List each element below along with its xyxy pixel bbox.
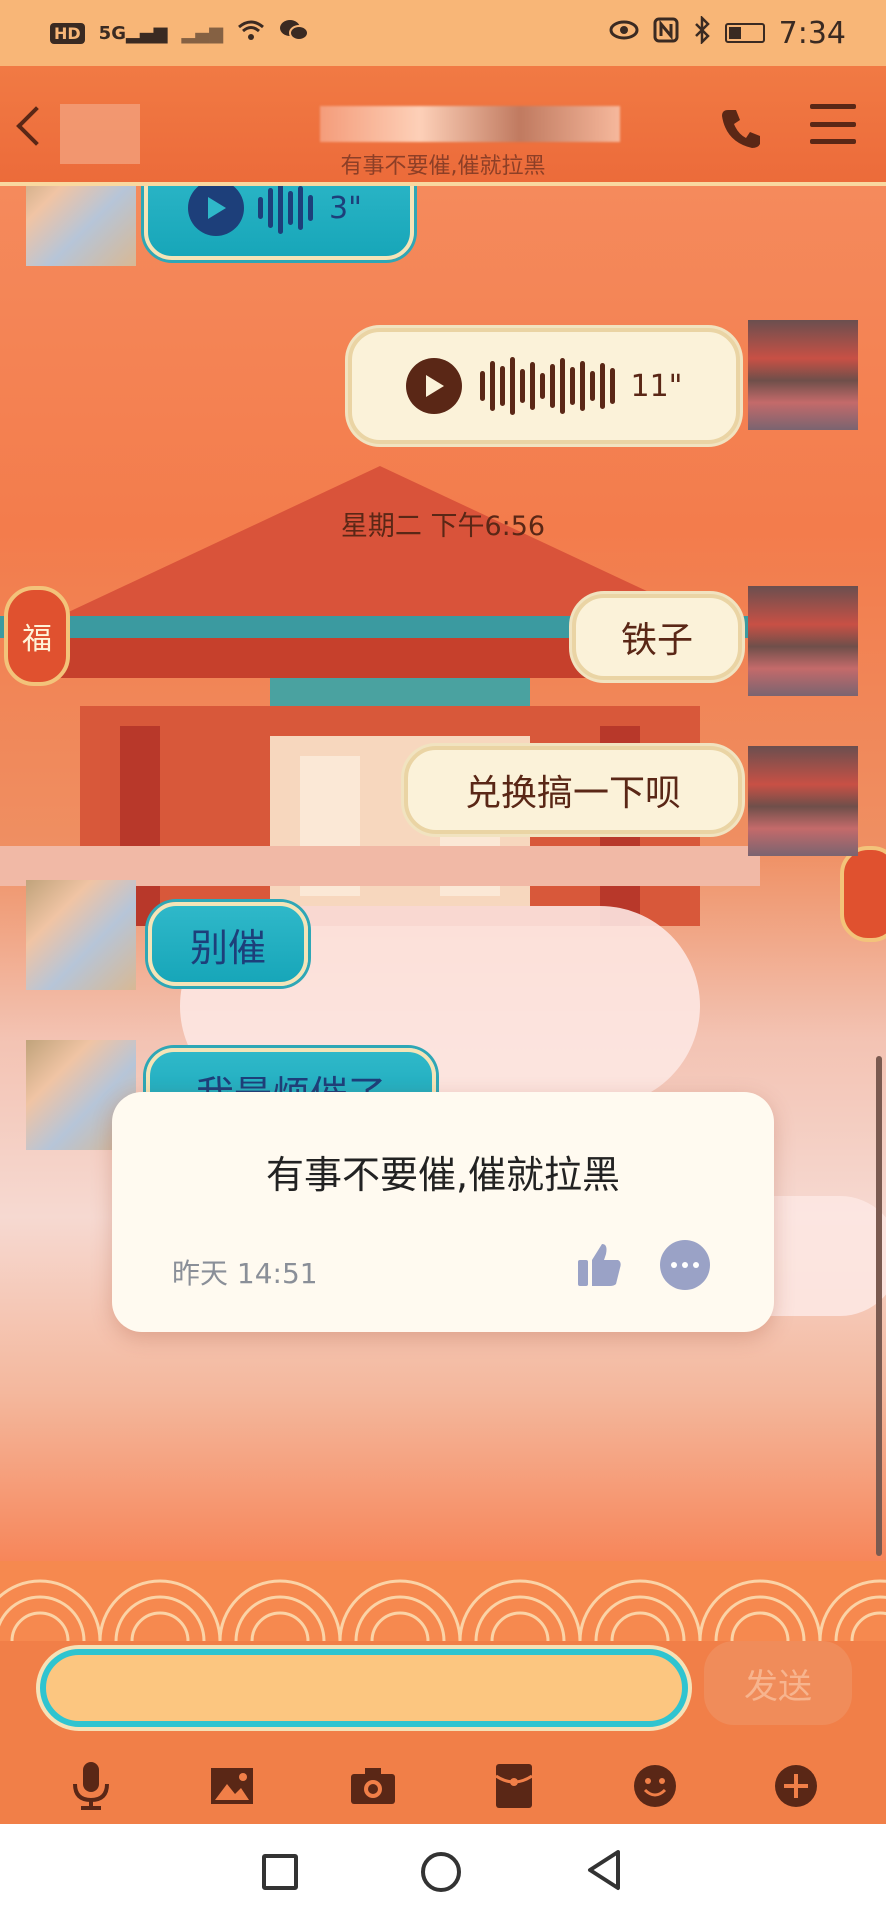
recents-button[interactable] [261, 1854, 298, 1890]
my-avatar[interactable] [748, 320, 858, 430]
voice-duration: 3" [329, 190, 362, 226]
chat-subtitle: 有事不要催,催就拉黑 [340, 154, 546, 179]
clock: 7:34 [778, 15, 846, 51]
comment-icon[interactable] [660, 1240, 710, 1290]
my-avatar[interactable] [748, 586, 858, 696]
status-bar: HD 5G▂▄▆ ▂▄▆ 7:34 [0, 0, 886, 66]
signal-2-icon: ▂▄▆ [181, 22, 224, 44]
image-icon[interactable] [202, 1756, 262, 1816]
scrollbar[interactable] [876, 1056, 882, 1556]
chat-title-redacted [320, 106, 620, 142]
contact-avatar[interactable] [26, 880, 136, 990]
lantern-decoration: 福 [4, 586, 70, 686]
wifi-icon [237, 19, 265, 47]
voice-duration: 11" [630, 368, 683, 404]
signal-icon: 5G▂▄▆ [98, 22, 168, 44]
composer-toolbar [0, 1751, 886, 1821]
back-button[interactable] [584, 1848, 624, 1896]
waveform-icon [258, 186, 313, 238]
wave-pattern-decoration [0, 1561, 886, 1703]
message-text: 别催 [189, 925, 266, 970]
hd-badge: HD [50, 22, 85, 44]
my-avatar[interactable] [748, 746, 858, 856]
chat-header: 有事不要催,催就拉黑 [0, 66, 886, 186]
plus-icon[interactable] [766, 1756, 826, 1816]
text-message[interactable]: 铁子 [572, 594, 742, 680]
composer: 发送 [0, 1641, 886, 1824]
text-message[interactable]: 兑换搞一下呗 [404, 746, 742, 834]
play-icon[interactable] [188, 186, 244, 236]
time-separator: 星期二 下午6:56 [340, 511, 546, 542]
system-nav-bar [0, 1824, 886, 1920]
voice-message[interactable]: 3" [144, 186, 414, 260]
lantern-decoration-right [840, 846, 886, 942]
emoji-icon[interactable] [625, 1756, 685, 1816]
thumbs-up-icon[interactable] [574, 1238, 626, 1290]
voice-message[interactable]: 11" [348, 328, 740, 444]
message-text: 兑换搞一下呗 [464, 773, 681, 814]
eye-icon [609, 20, 639, 46]
play-icon[interactable] [405, 358, 462, 414]
message-input[interactable] [40, 1649, 688, 1727]
network-type: 5G [98, 22, 126, 44]
microphone-icon[interactable] [61, 1756, 121, 1816]
nfc-icon [653, 17, 679, 49]
notice-text: 有事不要催,催就拉黑 [265, 1153, 621, 1197]
menu-icon[interactable] [810, 104, 856, 144]
wechat-icon [279, 18, 310, 48]
text-message[interactable]: 别催 [148, 902, 308, 986]
contact-avatar[interactable] [26, 186, 136, 266]
red-packet-icon[interactable] [484, 1756, 544, 1816]
home-button[interactable] [420, 1852, 461, 1892]
chat-area[interactable]: 福 3" 11" 星期二 下午6:56 铁子 兑换搞一下呗 别催 [0, 186, 886, 1561]
bluetooth-icon [693, 14, 711, 50]
notice-timestamp: 昨天 14:51 [172, 1257, 318, 1290]
message-text: 铁子 [620, 620, 693, 661]
camera-icon[interactable] [343, 1756, 403, 1816]
phone-icon[interactable] [718, 104, 766, 152]
back-arrow-icon[interactable] [14, 96, 58, 156]
notice-card[interactable]: 有事不要催,催就拉黑 昨天 14:51 [112, 1092, 774, 1332]
waveform-icon [479, 356, 615, 416]
battery-icon [724, 23, 765, 43]
send-button[interactable]: 发送 [704, 1641, 852, 1725]
